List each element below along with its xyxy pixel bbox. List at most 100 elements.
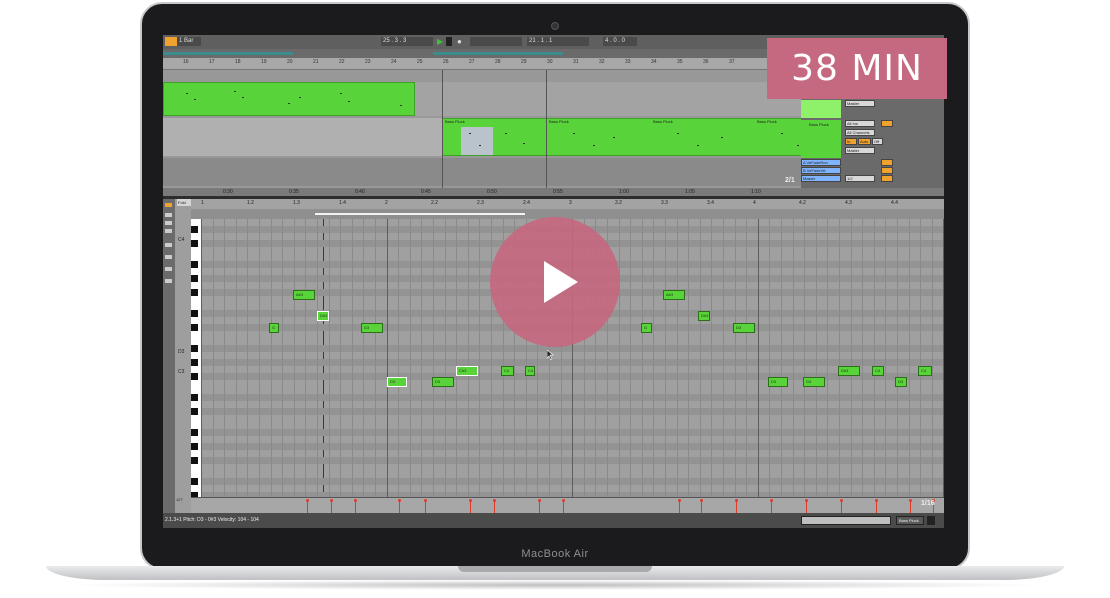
midi-note[interactable]: C4: [872, 366, 884, 376]
arrangement-view[interactable]: Bass Pluck Bass Pluck Bass Pluck Bass Pl…: [163, 70, 804, 188]
monitor-off-button[interactable]: Off: [872, 138, 883, 145]
velocity-marker[interactable]: [493, 499, 496, 513]
return-track-a[interactable]: A VeFadeRon: [801, 159, 841, 166]
return-a-activator[interactable]: [881, 159, 893, 166]
output-select-2[interactable]: Master: [845, 147, 875, 154]
velocity-marker[interactable]: [469, 499, 472, 513]
arrangement-tools[interactable]: [470, 37, 522, 46]
device-overview[interactable]: [801, 516, 891, 525]
velocity-marker[interactable]: [306, 499, 309, 513]
midi-note[interactable]: D3: [895, 377, 907, 387]
loop-brace[interactable]: [315, 213, 525, 215]
midi-icon[interactable]: [165, 37, 177, 46]
track-lane-bass-pluck[interactable]: Bass Pluck Bass Pluck Bass Pluck Bass Pl…: [163, 118, 804, 156]
midi-note[interactable]: D#3: [317, 311, 329, 321]
midi-note[interactable]: D3: [361, 323, 383, 333]
velocity-marker[interactable]: [770, 499, 773, 513]
velocity-marker[interactable]: [678, 499, 681, 513]
velocity-marker[interactable]: [805, 499, 808, 513]
black-key[interactable]: [191, 275, 198, 282]
black-key[interactable]: [191, 408, 198, 415]
play-button[interactable]: ▶: [435, 37, 445, 46]
clip-tool[interactable]: [165, 255, 172, 259]
midi-note[interactable]: D3: [432, 377, 454, 387]
clip-activator[interactable]: [165, 203, 172, 207]
clip-tool[interactable]: [165, 221, 172, 225]
black-key[interactable]: [191, 226, 198, 233]
midi-note[interactable]: C4: [918, 366, 932, 376]
clip-tool[interactable]: [165, 267, 172, 271]
device-name[interactable]: Bass Pluck: [896, 516, 924, 525]
midi-note[interactable]: A#3: [663, 290, 685, 300]
midi-note[interactable]: G: [269, 323, 279, 333]
position-display[interactable]: 25 . 3 . 3: [381, 37, 433, 46]
video-play-button[interactable]: [490, 217, 620, 347]
track-header[interactable]: Bass Pluck: [801, 120, 841, 158]
black-key[interactable]: [191, 359, 198, 366]
midi-note[interactable]: C#3: [456, 366, 478, 376]
velocity-marker[interactable]: [909, 499, 912, 513]
black-key[interactable]: [191, 240, 198, 247]
midi-note[interactable]: A#3: [293, 290, 315, 300]
black-key[interactable]: [191, 373, 198, 380]
black-key[interactable]: [191, 443, 198, 450]
stop-button[interactable]: [446, 37, 452, 46]
time-ruler[interactable]: 0:30 0:35 0:40 0:45 0:50 0:55 1:00 1:05 …: [163, 188, 944, 196]
input-select[interactable]: All Ins: [845, 120, 875, 127]
quantize-select[interactable]: 1 Bar: [177, 37, 201, 46]
master-cue-select[interactable]: 1/2: [845, 175, 875, 182]
channel-select[interactable]: All Channels: [845, 129, 875, 136]
midi-clip[interactable]: Bass Pluck Bass Pluck Bass Pluck Bass Pl…: [442, 118, 804, 156]
velocity-marker[interactable]: [538, 499, 541, 513]
clip-tool[interactable]: [165, 243, 172, 247]
midi-note[interactable]: G: [641, 323, 652, 333]
velocity-marker[interactable]: [735, 499, 738, 513]
loop-start-display[interactable]: 21 . 1 . 1: [527, 37, 561, 46]
loop-toggle[interactable]: [561, 37, 575, 46]
fold-button[interactable]: Fold: [177, 199, 191, 206]
midi-note[interactable]: D3: [733, 323, 755, 333]
device-toggle[interactable]: [927, 516, 935, 525]
velocity-marker[interactable]: [840, 499, 843, 513]
clip-tool[interactable]: [165, 229, 172, 233]
velocity-marker[interactable]: [330, 499, 333, 513]
return-b-activator[interactable]: [881, 167, 893, 174]
monitor-auto-button[interactable]: Auto: [858, 138, 871, 145]
black-key[interactable]: [191, 345, 198, 352]
black-key[interactable]: [191, 261, 198, 268]
master-track[interactable]: Master: [801, 175, 841, 182]
return-lanes[interactable]: [163, 158, 803, 186]
loop-length-display[interactable]: 4 . 0 . 0: [603, 37, 637, 46]
clip-tool[interactable]: [165, 213, 172, 217]
midi-note[interactable]: D3: [803, 377, 825, 387]
black-key[interactable]: [191, 457, 198, 464]
midi-note[interactable]: C4: [501, 366, 514, 376]
track-lane[interactable]: [163, 82, 803, 116]
draw-mode-icon[interactable]: [575, 37, 589, 46]
velocity-marker[interactable]: [562, 499, 565, 513]
midi-note[interactable]: C4: [525, 366, 535, 376]
velocity-marker[interactable]: [700, 499, 703, 513]
record-button[interactable]: ●: [455, 37, 464, 46]
midi-note[interactable]: D3: [768, 377, 788, 387]
master-activator[interactable]: [881, 175, 893, 182]
monitor-in-button[interactable]: In: [845, 138, 857, 145]
clip-tool[interactable]: [165, 279, 172, 283]
midi-note[interactable]: D#3: [698, 311, 710, 321]
velocity-marker[interactable]: [398, 499, 401, 513]
velocity-marker[interactable]: [354, 499, 357, 513]
black-key[interactable]: [191, 289, 198, 296]
piano-keyboard[interactable]: [191, 219, 201, 497]
output-select[interactable]: Master: [845, 100, 875, 107]
velocity-marker[interactable]: [424, 499, 427, 513]
black-key[interactable]: [191, 394, 198, 401]
return-track-b[interactable]: B VeFadeVrt: [801, 167, 841, 174]
midi-note[interactable]: D3: [387, 377, 407, 387]
velocity-lane[interactable]: [191, 497, 944, 514]
black-key[interactable]: [191, 324, 198, 331]
midi-note[interactable]: D#3: [838, 366, 860, 376]
velocity-marker[interactable]: [875, 499, 878, 513]
black-key[interactable]: [191, 310, 198, 317]
black-key[interactable]: [191, 478, 198, 485]
black-key[interactable]: [191, 429, 198, 436]
